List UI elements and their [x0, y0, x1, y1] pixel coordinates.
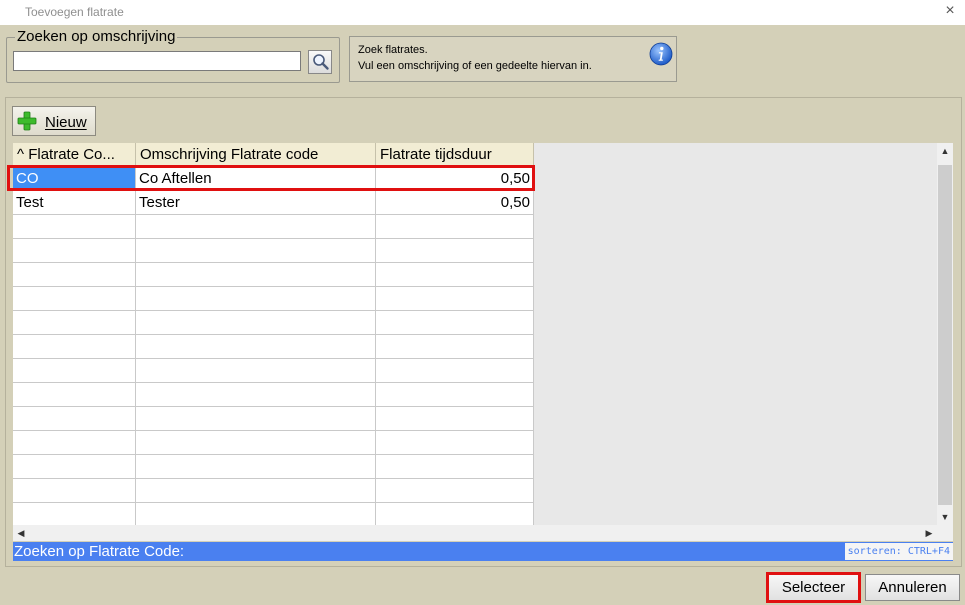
table-row[interactable] — [13, 455, 534, 479]
table-cell-code[interactable] — [13, 263, 136, 287]
column-header-code[interactable]: ^ Flatrate Co... — [13, 143, 136, 167]
search-legend: Zoeken op omschrijving — [15, 28, 178, 45]
table-cell-duration[interactable] — [376, 335, 534, 359]
table-cell-duration[interactable] — [376, 407, 534, 431]
table-cell-description[interactable] — [136, 311, 376, 335]
info-box: Zoek flatrates. Vul een omschrijving of … — [349, 36, 677, 82]
table-cell-code[interactable]: CO — [13, 167, 136, 191]
table-cell-duration[interactable] — [376, 455, 534, 479]
table-cell-code[interactable] — [13, 479, 136, 503]
search-icon — [313, 54, 329, 70]
table-cell-duration[interactable] — [376, 239, 534, 263]
scroll-left-icon[interactable]: ◀ — [13, 525, 29, 541]
table-row[interactable] — [13, 503, 534, 525]
table-cell-duration[interactable] — [376, 287, 534, 311]
table-cell-description[interactable] — [136, 287, 376, 311]
table-cell-code[interactable] — [13, 311, 136, 335]
table-cell-code[interactable] — [13, 335, 136, 359]
flatrate-table: ^ Flatrate Co... Omschrijving Flatrate c… — [13, 143, 937, 525]
quick-search-bar[interactable]: Zoeken op Flatrate Code: sorteren: CTRL+… — [13, 542, 953, 561]
table-row[interactable] — [13, 263, 534, 287]
table-cell-code[interactable] — [13, 431, 136, 455]
table-cell-code[interactable]: Test — [13, 191, 136, 215]
table-row[interactable]: CO Co Aftellen 0,50 — [13, 167, 534, 191]
table-cell-code[interactable] — [13, 215, 136, 239]
sort-hint: sorteren: CTRL+F4 — [844, 543, 953, 560]
table-cell-description[interactable] — [136, 335, 376, 359]
plus-icon — [17, 111, 37, 131]
table-cell-description[interactable] — [136, 455, 376, 479]
table-cell-duration[interactable]: 0,50 — [376, 167, 534, 191]
quick-search-label: Zoeken op Flatrate Code: — [14, 543, 185, 560]
vertical-scrollbar[interactable]: ▲ ▼ — [937, 143, 953, 525]
table-cell-code[interactable] — [13, 455, 136, 479]
table-cell-description[interactable]: Co Aftellen — [136, 167, 376, 191]
search-input[interactable] — [13, 51, 301, 71]
new-button[interactable]: Nieuw — [12, 106, 96, 136]
horizontal-scrollbar[interactable]: ◀ ▶ — [13, 525, 937, 541]
table-cell-duration[interactable] — [376, 311, 534, 335]
table-cell-description[interactable] — [136, 263, 376, 287]
search-group: Zoeken op omschrijving — [6, 28, 340, 83]
table-cell-description[interactable] — [136, 239, 376, 263]
column-header-description[interactable]: Omschrijving Flatrate code — [136, 143, 376, 167]
table-row[interactable] — [13, 239, 534, 263]
table-cell-duration[interactable] — [376, 503, 534, 525]
title-bar: Toevoegen flatrate × — [0, 0, 965, 25]
table-row[interactable] — [13, 359, 534, 383]
table-cell-duration[interactable] — [376, 215, 534, 239]
table-cell-duration[interactable]: 0,50 — [376, 191, 534, 215]
search-button[interactable] — [308, 50, 332, 74]
table-cell-code[interactable] — [13, 359, 136, 383]
table-cell-code[interactable] — [13, 503, 136, 525]
table-cell-code[interactable] — [13, 407, 136, 431]
info-line-2: Vul een omschrijving of een gedeelte hie… — [358, 60, 592, 72]
table-cell-duration[interactable] — [376, 479, 534, 503]
table-row[interactable] — [13, 383, 534, 407]
scroll-up-icon[interactable]: ▲ — [937, 143, 953, 159]
table-cell-code[interactable] — [13, 383, 136, 407]
table-cell-description[interactable] — [136, 479, 376, 503]
table-cell-code[interactable] — [13, 239, 136, 263]
table-row[interactable] — [13, 287, 534, 311]
table-cell-duration[interactable] — [376, 383, 534, 407]
table-cell-description[interactable] — [136, 503, 376, 525]
table-cell-description[interactable] — [136, 431, 376, 455]
info-line-1: Zoek flatrates. — [358, 44, 428, 56]
table-row[interactable] — [13, 215, 534, 239]
info-icon — [649, 42, 673, 66]
table-cell-description[interactable] — [136, 383, 376, 407]
table-cell-duration[interactable] — [376, 359, 534, 383]
scroll-thumb[interactable] — [938, 165, 952, 505]
new-button-label: Nieuw — [45, 114, 87, 131]
table-row[interactable] — [13, 479, 534, 503]
column-header-duration[interactable]: Flatrate tijdsduur — [376, 143, 534, 167]
table-cell-description[interactable] — [136, 215, 376, 239]
scroll-right-icon[interactable]: ▶ — [921, 525, 937, 541]
scroll-down-icon[interactable]: ▼ — [937, 509, 953, 525]
table-row[interactable] — [13, 431, 534, 455]
table-cell-duration[interactable] — [376, 263, 534, 287]
table-cell-description[interactable]: Tester — [136, 191, 376, 215]
table-cell-duration[interactable] — [376, 431, 534, 455]
table-row[interactable]: Test Tester 0,50 — [13, 191, 534, 215]
table-row[interactable] — [13, 407, 534, 431]
select-button[interactable]: Selecteer — [766, 572, 861, 603]
window-title: Toevoegen flatrate — [25, 5, 124, 19]
scrollbar-corner — [937, 525, 953, 541]
table-cell-code[interactable] — [13, 287, 136, 311]
table-cell-description[interactable] — [136, 407, 376, 431]
table-cell-description[interactable] — [136, 359, 376, 383]
table-row[interactable] — [13, 335, 534, 359]
table-row[interactable] — [13, 311, 534, 335]
cancel-button[interactable]: Annuleren — [865, 574, 960, 601]
close-icon[interactable]: × — [941, 2, 959, 20]
